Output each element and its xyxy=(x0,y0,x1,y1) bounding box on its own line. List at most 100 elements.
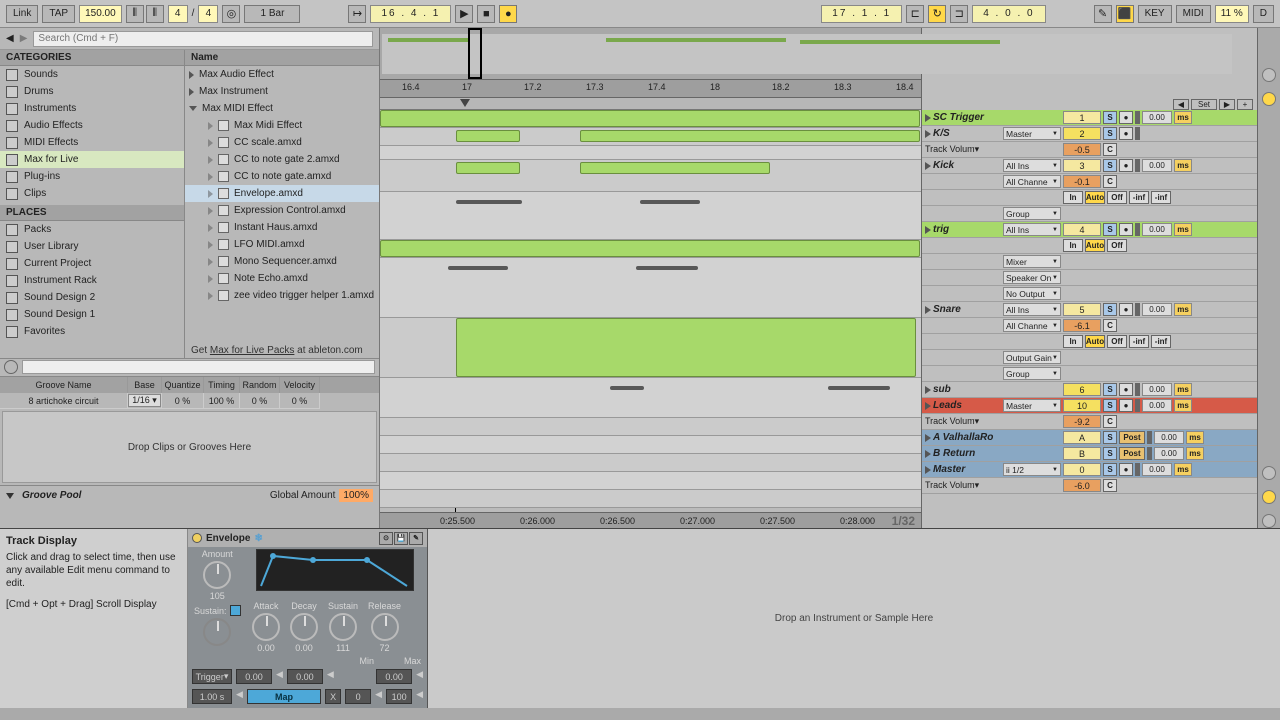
clip[interactable] xyxy=(828,386,890,390)
device-title-bar[interactable]: Envelope ❄ ⊙ 💾 ✎ xyxy=(188,529,427,547)
file-item[interactable]: Envelope.amxd xyxy=(185,185,379,202)
groove-header[interactable]: Velocity xyxy=(280,377,320,393)
disclosure-icon[interactable] xyxy=(208,173,213,181)
play-icon[interactable] xyxy=(925,402,931,410)
arm-button[interactable]: ● xyxy=(1119,159,1133,172)
file-item[interactable]: Expression Control.amxd xyxy=(185,202,379,219)
place-user-library[interactable]: User Library xyxy=(0,238,184,255)
place-sound-design-2[interactable]: Sound Design 2 xyxy=(0,289,184,306)
groove-header[interactable]: Groove Name xyxy=(0,377,128,393)
track-lane[interactable] xyxy=(380,454,921,472)
place-favorites[interactable]: Favorites xyxy=(0,323,184,340)
play-icon[interactable] xyxy=(925,162,931,170)
routing-select[interactable]: All Channe xyxy=(1003,319,1061,332)
disclosure-icon[interactable] xyxy=(208,122,213,130)
arm-button[interactable]: ● xyxy=(1119,111,1133,124)
routing-select[interactable]: All Ins xyxy=(1003,303,1061,316)
punch-out-icon[interactable]: ⊐ xyxy=(950,5,968,23)
promo-line[interactable]: Get Max for Live Packs at ableton.com xyxy=(185,343,379,358)
attack-knob[interactable] xyxy=(252,613,280,641)
monitor--inf[interactable]: -inf xyxy=(1151,335,1171,348)
groove-drop-zone[interactable]: Drop Clips or Grooves Here xyxy=(2,411,377,483)
solo-button[interactable]: S xyxy=(1103,111,1117,124)
category-max-for-live[interactable]: Max for Live xyxy=(0,151,184,168)
track-lane[interactable] xyxy=(380,418,921,436)
disclosure-icon[interactable] xyxy=(208,258,213,266)
stop-button[interactable]: ■ xyxy=(477,5,495,23)
groove-header[interactable]: Quantize xyxy=(162,377,204,393)
stage-value[interactable]: 0.00 xyxy=(295,643,313,653)
disclosure-icon[interactable] xyxy=(189,106,197,111)
arm-button[interactable]: ● xyxy=(1119,223,1133,236)
record-button[interactable]: ● xyxy=(499,5,517,23)
track-lane[interactable] xyxy=(380,240,921,258)
volume-value[interactable]: 0.00 xyxy=(1154,447,1184,460)
groove-cell[interactable]: 1/16 ▾ xyxy=(128,393,162,409)
track-lane[interactable] xyxy=(380,146,921,160)
track-lane[interactable] xyxy=(380,128,921,146)
clip[interactable] xyxy=(456,130,520,142)
place-sound-design-1[interactable]: Sound Design 1 xyxy=(0,306,184,323)
routing-select[interactable]: Master xyxy=(1003,399,1061,412)
tempo-field[interactable]: 150.00 xyxy=(79,5,122,23)
track-lane[interactable] xyxy=(380,258,921,318)
routing-select[interactable]: No Output xyxy=(1003,287,1061,300)
time-ruler[interactable]: 1/32 0:25.5000:26.0000:26.5000:27.0000:2… xyxy=(380,512,921,528)
sig-num[interactable]: 4 xyxy=(168,5,188,23)
ms-button[interactable]: ms xyxy=(1174,111,1192,124)
stage-value[interactable]: 72 xyxy=(380,643,390,653)
routing-select[interactable]: ii 1/2 xyxy=(1003,463,1061,476)
category-clips[interactable]: Clips xyxy=(0,185,184,202)
nudge-up-icon[interactable]: ⦀ xyxy=(146,5,164,23)
groove-cell[interactable]: 0 % xyxy=(240,393,280,409)
disclosure-icon[interactable] xyxy=(208,207,213,215)
track-number[interactable]: 10 xyxy=(1063,399,1101,412)
device-activator[interactable] xyxy=(192,533,202,543)
clip[interactable] xyxy=(380,240,920,257)
monitor-off[interactable]: Off xyxy=(1107,191,1127,204)
ms-button[interactable]: ms xyxy=(1174,399,1192,412)
track-row-sc-trigger[interactable]: SC Trigger1S●0.00ms xyxy=(922,110,1257,126)
monitor--inf[interactable]: -inf xyxy=(1151,191,1171,204)
amount-knob[interactable] xyxy=(203,561,231,589)
bar-ruler[interactable]: 16.41717.217.317.41818.218.318.4 xyxy=(380,80,921,98)
loop-start[interactable]: 17 . 1 . 1 xyxy=(821,5,902,23)
session-view-tab[interactable] xyxy=(1262,68,1276,82)
device-save-icon[interactable]: 💾 xyxy=(394,532,408,545)
automation-arm-icon[interactable]: ⬛ xyxy=(1116,5,1134,23)
play-icon[interactable] xyxy=(925,226,931,234)
play-icon[interactable] xyxy=(925,114,931,122)
routing-select[interactable]: All Channe xyxy=(1003,175,1061,188)
volume-value[interactable]: 0.00 xyxy=(1142,111,1172,124)
disclosure-icon[interactable] xyxy=(208,190,213,198)
category-audio-effects[interactable]: Audio Effects xyxy=(0,117,184,134)
track-number[interactable]: B xyxy=(1063,447,1101,460)
arm-button[interactable]: ● xyxy=(1119,399,1133,412)
ms-button[interactable]: ms xyxy=(1174,383,1192,396)
set-locator[interactable]: Set xyxy=(1191,99,1217,110)
monitor--inf[interactable]: -inf xyxy=(1129,335,1149,348)
routing-select[interactable]: Mixer xyxy=(1003,255,1061,268)
loop-toggle[interactable]: ↻ xyxy=(928,5,946,23)
track-number[interactable]: 6 xyxy=(1063,383,1101,396)
volume-value[interactable]: 0.00 xyxy=(1142,223,1172,236)
send-value[interactable]: -0.1 xyxy=(1063,175,1101,188)
routing-select[interactable]: All Ins xyxy=(1003,159,1061,172)
clip[interactable] xyxy=(448,266,508,270)
volume-value[interactable]: 0.00 xyxy=(1154,431,1184,444)
info-search[interactable] xyxy=(22,360,375,374)
amount-value[interactable]: 105 xyxy=(210,591,225,601)
track-number[interactable]: 4 xyxy=(1063,223,1101,236)
val-1[interactable]: 0.00 xyxy=(236,669,272,684)
back-arrow-icon[interactable]: ◀ xyxy=(6,33,14,44)
groove-cell[interactable]: 100 % xyxy=(204,393,240,409)
monitor--inf[interactable]: -inf xyxy=(1129,191,1149,204)
track-lane[interactable] xyxy=(380,110,921,128)
category-sounds[interactable]: Sounds xyxy=(0,66,184,83)
track-row-b-return[interactable]: B ReturnBSPost0.00ms xyxy=(922,446,1257,462)
disclosure-icon[interactable] xyxy=(208,224,213,232)
disclosure-icon[interactable] xyxy=(208,275,213,283)
collapse-icon[interactable] xyxy=(6,493,14,499)
track-row-master[interactable]: Masterii 1/20S●0.00ms xyxy=(922,462,1257,478)
max-value[interactable]: 100 xyxy=(386,689,412,704)
